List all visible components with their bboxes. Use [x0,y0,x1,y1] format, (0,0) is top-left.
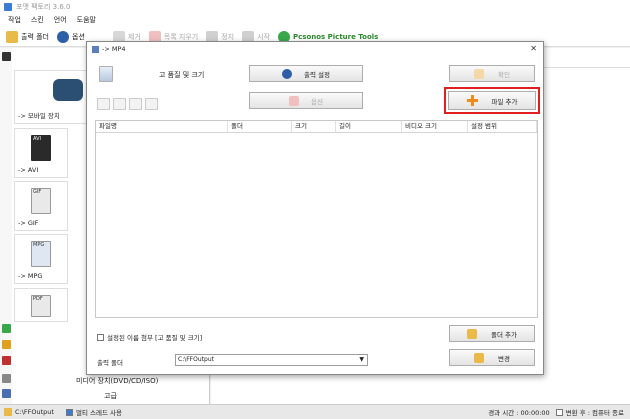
file-table-header: 파일명 폴더 크기 길이 비디오 크기 설정 범위 [96,121,537,133]
chevron-down-icon: ▼ [359,356,364,363]
elapsed-time: 경과 시간 : 00:00:00 [488,409,550,417]
tool-delete-icon[interactable] [113,98,126,110]
col-duration[interactable]: 길이 [336,121,402,132]
close-icon[interactable]: ✕ [530,44,537,53]
tile-pdf[interactable]: PDF [14,288,68,322]
multithread-label: 멀티 스레드 사용 [75,409,122,417]
menu-bar: 작업 스킨 언어 도움말 [0,13,630,27]
menu-skin[interactable]: 스킨 [31,15,44,25]
mobile-icon [53,79,83,101]
quality-label: 고 품질 및 크기 [159,71,205,79]
dialog-title: -> MP4 [102,45,126,53]
app-icon [4,2,12,11]
after-convert-label: 변환 후 : 컴퓨터 종료 [565,409,624,417]
tool-play-icon[interactable] [145,98,158,110]
media-device-label[interactable]: 미디어 장치(DVD/CD/ISO) [76,376,158,386]
multithread-checkbox[interactable] [65,408,73,416]
audio-category-icon[interactable] [2,324,11,333]
add-file-highlight [444,87,540,114]
document-category-icon[interactable] [2,356,11,365]
output-folder-label: 출력 폴더 [97,359,123,367]
advanced-label[interactable]: 고급 [104,391,117,401]
col-filename[interactable]: 파일명 [96,121,228,132]
options-dialog-button[interactable]: 옵션 [249,92,363,109]
col-settings-range[interactable]: 설정 범위 [468,121,537,132]
file-tools [97,98,161,110]
window-titlebar: 포맷 팩토리 3.6.0 [0,0,630,13]
output-folder-select[interactable]: C:\FFOutput ▼ [175,354,368,366]
output-folder-value: C:\FFOutput [178,356,214,363]
ok-icon [474,68,485,79]
settings-icon [282,68,292,79]
tile-avi[interactable]: AVI -> AVI [14,128,68,178]
shutdown-checkbox[interactable] [555,408,563,416]
quality-preset-icon[interactable] [99,66,113,82]
video-category-icon[interactable] [2,52,11,61]
file-table[interactable]: 파일명 폴더 크기 길이 비디오 크기 설정 범위 [95,120,538,318]
folder-icon [6,30,18,43]
dialog-app-icon [92,45,99,53]
col-folder[interactable]: 폴더 [228,121,292,132]
media-device-category-icon[interactable] [2,374,11,383]
rename-label: 설정된 이름 첨부 [고 품질 및 크기] [107,334,203,342]
menu-task[interactable]: 작업 [8,15,21,25]
col-size[interactable]: 크기 [292,121,336,132]
add-folder-button[interactable]: 폴더 추가 [449,325,535,342]
tool-settings-icon[interactable] [129,98,142,110]
dialog-titlebar: -> MP4 [87,42,543,56]
output-folder-button[interactable]: 출력 폴더 [6,30,49,43]
folder-status-icon [4,408,12,416]
tool-file-icon[interactable] [97,98,110,110]
window-title: 포맷 팩토리 3.6.0 [16,2,71,11]
tile-mpg[interactable]: MPG -> MPG [14,234,68,284]
ok-button[interactable]: 확인 [449,65,535,82]
tile-gif[interactable]: GIF -> GIF [14,181,68,231]
menu-language[interactable]: 언어 [54,15,67,25]
status-bar: C:\FFOutput 멀티 스레드 사용 경과 시간 : 00:00:00 변… [0,404,630,419]
folder-add-icon [467,328,477,339]
options-button[interactable]: 옵션 [57,30,85,43]
change-button[interactable]: 변경 [449,349,535,366]
menu-help[interactable]: 도움말 [77,15,96,25]
col-video-size[interactable]: 비디오 크기 [402,121,468,132]
status-path: C:\FFOutput [15,408,54,416]
convert-dialog: -> MP4 ✕ 고 품질 및 크기 출력 설정 확인 옵션 파일 추가 파일명… [86,41,544,375]
output-settings-button[interactable]: 출력 설정 [249,65,363,82]
category-strip [0,48,12,404]
options-icon [289,95,300,106]
rename-option[interactable]: 설정된 이름 첨부 [고 품질 및 크기] [97,332,202,342]
picture-category-icon[interactable] [2,340,11,349]
advanced-category-icon[interactable] [2,389,11,398]
options-icon [57,30,69,43]
tile-mobile[interactable]: -> 모바일 장치 [14,70,90,124]
rename-checkbox[interactable] [97,333,104,341]
folder-open-icon [474,352,485,363]
